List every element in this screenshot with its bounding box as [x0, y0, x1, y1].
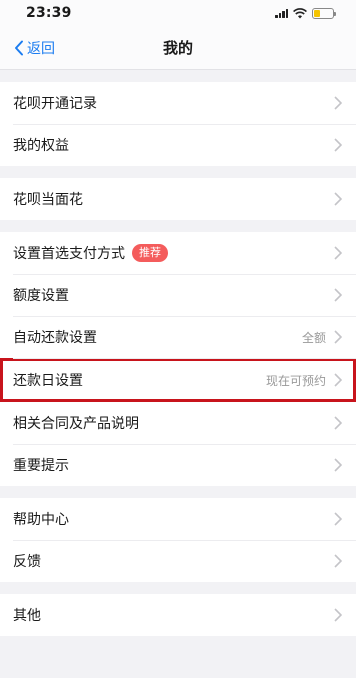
list-item-label: 我的权益 [13, 138, 69, 154]
settings-group: 设置首选支付方式 推荐 额度设置 自动还款设置 全额 还款日设置 现在可预约 相… [0, 232, 356, 486]
chevron-right-icon [334, 554, 342, 568]
chevron-right-icon [334, 512, 342, 526]
signal-icon [275, 8, 288, 18]
chevron-right-icon [334, 373, 342, 387]
list-item-feedback[interactable]: 反馈 [0, 540, 356, 582]
chevron-right-icon [334, 608, 342, 622]
settings-group: 花呗当面花 [0, 178, 356, 220]
list-item-other[interactable]: 其他 [0, 594, 356, 636]
list-item-label: 重要提示 [13, 458, 69, 474]
page-title: 我的 [162, 39, 193, 57]
list-item-repay-date[interactable]: 还款日设置 现在可预约 [0, 358, 356, 402]
list-item-label: 自动还款设置 [13, 330, 97, 346]
list-item-label: 相关合同及产品说明 [13, 416, 139, 432]
back-label: 返回 [27, 41, 55, 57]
settings-group: 花呗开通记录 我的权益 [0, 82, 356, 166]
chevron-right-icon [334, 416, 342, 430]
list-item-label: 还款日设置 [13, 373, 83, 389]
list-item-value: 全额 [301, 330, 326, 345]
status-time: 23:39 [26, 5, 72, 21]
recommend-badge: 推荐 [132, 244, 168, 262]
list-item-label: 额度设置 [13, 288, 69, 304]
list-item-auto-repay[interactable]: 自动还款设置 全额 [0, 316, 356, 358]
chevron-right-icon [334, 458, 342, 472]
list-item-credit-limit[interactable]: 额度设置 [0, 274, 356, 316]
list-item-important-notice[interactable]: 重要提示 [0, 444, 356, 486]
list-item-label: 花呗当面花 [13, 192, 83, 208]
nav-bar: 返回 我的 [0, 26, 356, 70]
status-bar: 23:39 [0, 0, 356, 26]
settings-group: 帮助中心 反馈 [0, 498, 356, 582]
status-icons [275, 7, 336, 19]
list-item-preferred-payment[interactable]: 设置首选支付方式 推荐 [0, 232, 356, 274]
back-button[interactable]: 返回 [14, 26, 55, 70]
list-item-face-to-face[interactable]: 花呗当面花 [0, 178, 356, 220]
list-item-label: 帮助中心 [13, 512, 69, 528]
chevron-right-icon [334, 246, 342, 260]
settings-group: 其他 [0, 594, 356, 636]
list-item-value: 现在可预约 [265, 373, 326, 388]
list-item-label: 反馈 [13, 554, 41, 570]
chevron-right-icon [334, 96, 342, 110]
list-item-contracts[interactable]: 相关合同及产品说明 [0, 402, 356, 444]
list-item-help-center[interactable]: 帮助中心 [0, 498, 356, 540]
list-item-label: 其他 [13, 608, 41, 624]
list-item-label: 花呗开通记录 [13, 96, 97, 112]
list-item-huabei-records[interactable]: 花呗开通记录 [0, 82, 356, 124]
chevron-right-icon [334, 138, 342, 152]
wifi-icon [293, 7, 307, 18]
battery-icon [312, 7, 336, 19]
chevron-right-icon [334, 192, 342, 206]
list-item-label: 设置首选支付方式 [13, 246, 125, 262]
list-item-my-benefits[interactable]: 我的权益 [0, 124, 356, 166]
chevron-right-icon [334, 288, 342, 302]
chevron-right-icon [334, 330, 342, 344]
chevron-left-icon [15, 40, 23, 56]
